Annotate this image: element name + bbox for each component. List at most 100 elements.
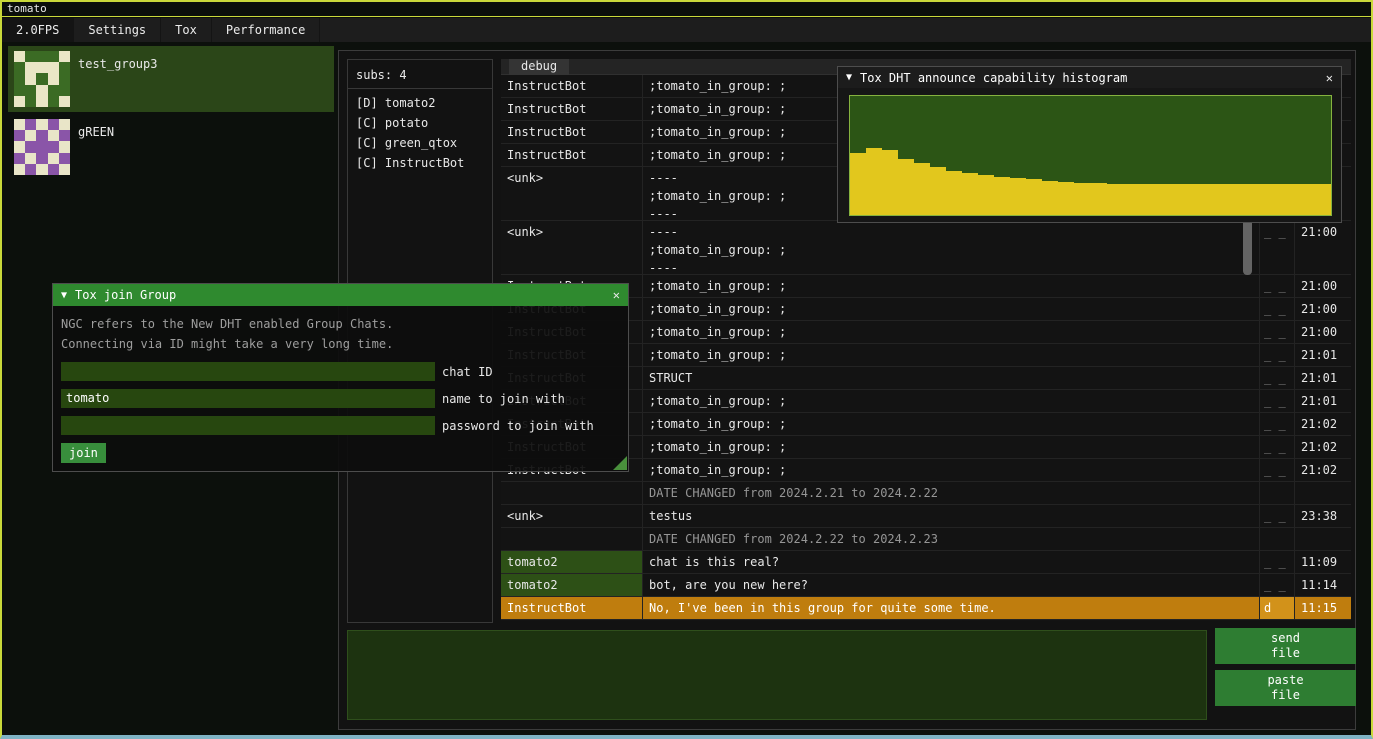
message-text: ----;tomato_in_group: ;---- (643, 221, 1260, 274)
status-indicator: _ _ (1260, 321, 1295, 343)
sender-name: <unk> (501, 221, 643, 274)
group-avatar (14, 119, 70, 175)
join-field-label: name to join with (442, 392, 565, 406)
status-indicator: _ _ (1260, 298, 1295, 320)
histogram-bar (914, 163, 930, 215)
histogram-bar (1042, 181, 1058, 216)
subs-item[interactable]: [C] green_qtox (356, 133, 484, 153)
timestamp: 21:00 (1295, 275, 1351, 297)
message-text: ;tomato_in_group: ; (643, 436, 1260, 458)
join-button[interactable]: join (61, 443, 106, 463)
tab-debug[interactable]: debug (509, 59, 569, 75)
paste-file-label-line2: file (1271, 688, 1300, 703)
histogram-bar (898, 159, 914, 215)
join-help-text-line1: NGC refers to the New DHT enabled Group … (61, 314, 620, 334)
histogram-bar (1107, 184, 1123, 215)
chat-row[interactable]: tomato2bot, are you new here?_ _11:14 (501, 574, 1351, 597)
chat-row: DATE CHANGED from 2024.2.22 to 2024.2.23 (501, 528, 1351, 551)
histogram-bar (978, 175, 994, 215)
chat-row[interactable]: <unk>----;tomato_in_group: ;----_ _21:00 (501, 221, 1351, 275)
join-window-body: NGC refers to the New DHT enabled Group … (53, 306, 628, 471)
window-title: tomato (7, 2, 47, 15)
send-file-button[interactable]: send file (1215, 628, 1356, 664)
timestamp: 21:01 (1295, 367, 1351, 389)
histogram-bar (882, 150, 898, 215)
join-field-row: chat ID (61, 362, 620, 381)
paste-file-button[interactable]: paste file (1215, 670, 1356, 706)
histogram-bar (866, 148, 882, 215)
timestamp: 11:09 (1295, 551, 1351, 573)
histogram-bar (850, 153, 866, 215)
status-indicator: d (1260, 597, 1295, 619)
chat-row[interactable]: InstructBotNo, I've been in this group f… (501, 597, 1351, 620)
timestamp: 21:00 (1295, 221, 1351, 274)
message-input[interactable] (347, 630, 1207, 720)
subs-item[interactable]: [C] InstructBot (356, 153, 484, 173)
sender-name: InstructBot (501, 597, 643, 619)
histogram-bar (1010, 178, 1026, 215)
message-text: ;tomato_in_group: ; (643, 459, 1260, 481)
timestamp: 21:01 (1295, 390, 1351, 412)
histogram-bar (1251, 184, 1267, 215)
group-item-gREEN[interactable]: gREEN (8, 114, 334, 180)
message-text: ;tomato_in_group: ; (643, 275, 1260, 297)
join-field-label: chat ID (442, 365, 493, 379)
resize-grip[interactable] (613, 456, 627, 470)
status-indicator: _ _ (1260, 275, 1295, 297)
message-line: ;tomato_in_group: ; (649, 241, 1253, 259)
message-text: ;tomato_in_group: ; (643, 390, 1260, 412)
title-bar[interactable]: tomato (2, 2, 1371, 17)
sender-name: tomato2 (501, 551, 643, 573)
join-window-titlebar[interactable]: ▼ Tox join Group ✕ (53, 284, 628, 306)
collapse-arrow-icon[interactable]: ▼ (61, 290, 67, 301)
dht-histogram-window: ▼ Tox DHT announce capability histogram … (837, 66, 1342, 223)
menu-bar: 2.0FPS SettingsToxPerformance (2, 18, 1371, 42)
subs-item[interactable]: [D] tomato2 (356, 93, 484, 113)
message-text: No, I've been in this group for quite so… (643, 597, 1260, 619)
chat-row: DATE CHANGED from 2024.2.21 to 2024.2.22 (501, 482, 1351, 505)
join-window-title: Tox join Group (75, 288, 176, 302)
sender-name: InstructBot (501, 144, 643, 166)
status-indicator: _ _ (1260, 436, 1295, 458)
subs-item[interactable]: [C] potato (356, 113, 484, 133)
group-avatar (14, 51, 70, 107)
histogram-bar (1155, 184, 1171, 215)
join-password-input[interactable] (61, 416, 435, 435)
message-text: bot, are you new here? (643, 574, 1260, 596)
collapse-arrow-icon[interactable]: ▼ (846, 72, 852, 83)
histogram-window-title: Tox DHT announce capability histogram (860, 71, 1127, 85)
histogram-bar (1315, 184, 1331, 215)
join-group-window: ▼ Tox join Group ✕ NGC refers to the New… (52, 283, 629, 472)
histogram-bar (946, 171, 962, 215)
close-icon[interactable]: ✕ (1326, 71, 1333, 85)
sender-name: <unk> (501, 505, 643, 527)
status-indicator: _ _ (1260, 505, 1295, 527)
menu-item-performance[interactable]: Performance (212, 18, 320, 42)
timestamp: 21:02 (1295, 459, 1351, 481)
group-name: test_group3 (78, 57, 157, 71)
group-item-test_group3[interactable]: test_group3 (8, 46, 334, 112)
status-indicator (1260, 482, 1295, 504)
chat-row[interactable]: <unk>testus_ _23:38 (501, 505, 1351, 528)
join-field-row: tomato name to join with (61, 389, 620, 408)
histogram-bar (930, 167, 946, 215)
join-name-input[interactable]: tomato (61, 389, 435, 408)
subs-list: [D] tomato2[C] potato[C] green_qtox[C] I… (356, 93, 484, 173)
timestamp: 21:00 (1295, 298, 1351, 320)
app-window: tomato 2.0FPS SettingsToxPerformance tes… (0, 0, 1373, 739)
menu-item-tox[interactable]: Tox (161, 18, 212, 42)
join-field-row: password to join with (61, 416, 620, 435)
chat-row[interactable]: tomato2chat is this real?_ _11:09 (501, 551, 1351, 574)
status-indicator: _ _ (1260, 390, 1295, 412)
timestamp: 11:14 (1295, 574, 1351, 596)
chat-id-input[interactable] (61, 362, 435, 381)
histogram-bar (1058, 182, 1074, 215)
message-text: testus (643, 505, 1260, 527)
sender-name: <unk> (501, 167, 643, 220)
histogram-window-titlebar[interactable]: ▼ Tox DHT announce capability histogram … (838, 67, 1341, 88)
message-text: chat is this real? (643, 551, 1260, 573)
timestamp: 23:38 (1295, 505, 1351, 527)
menu-item-settings[interactable]: Settings (74, 18, 161, 42)
close-icon[interactable]: ✕ (613, 288, 620, 302)
subs-count-header: subs: 4 (356, 66, 484, 84)
